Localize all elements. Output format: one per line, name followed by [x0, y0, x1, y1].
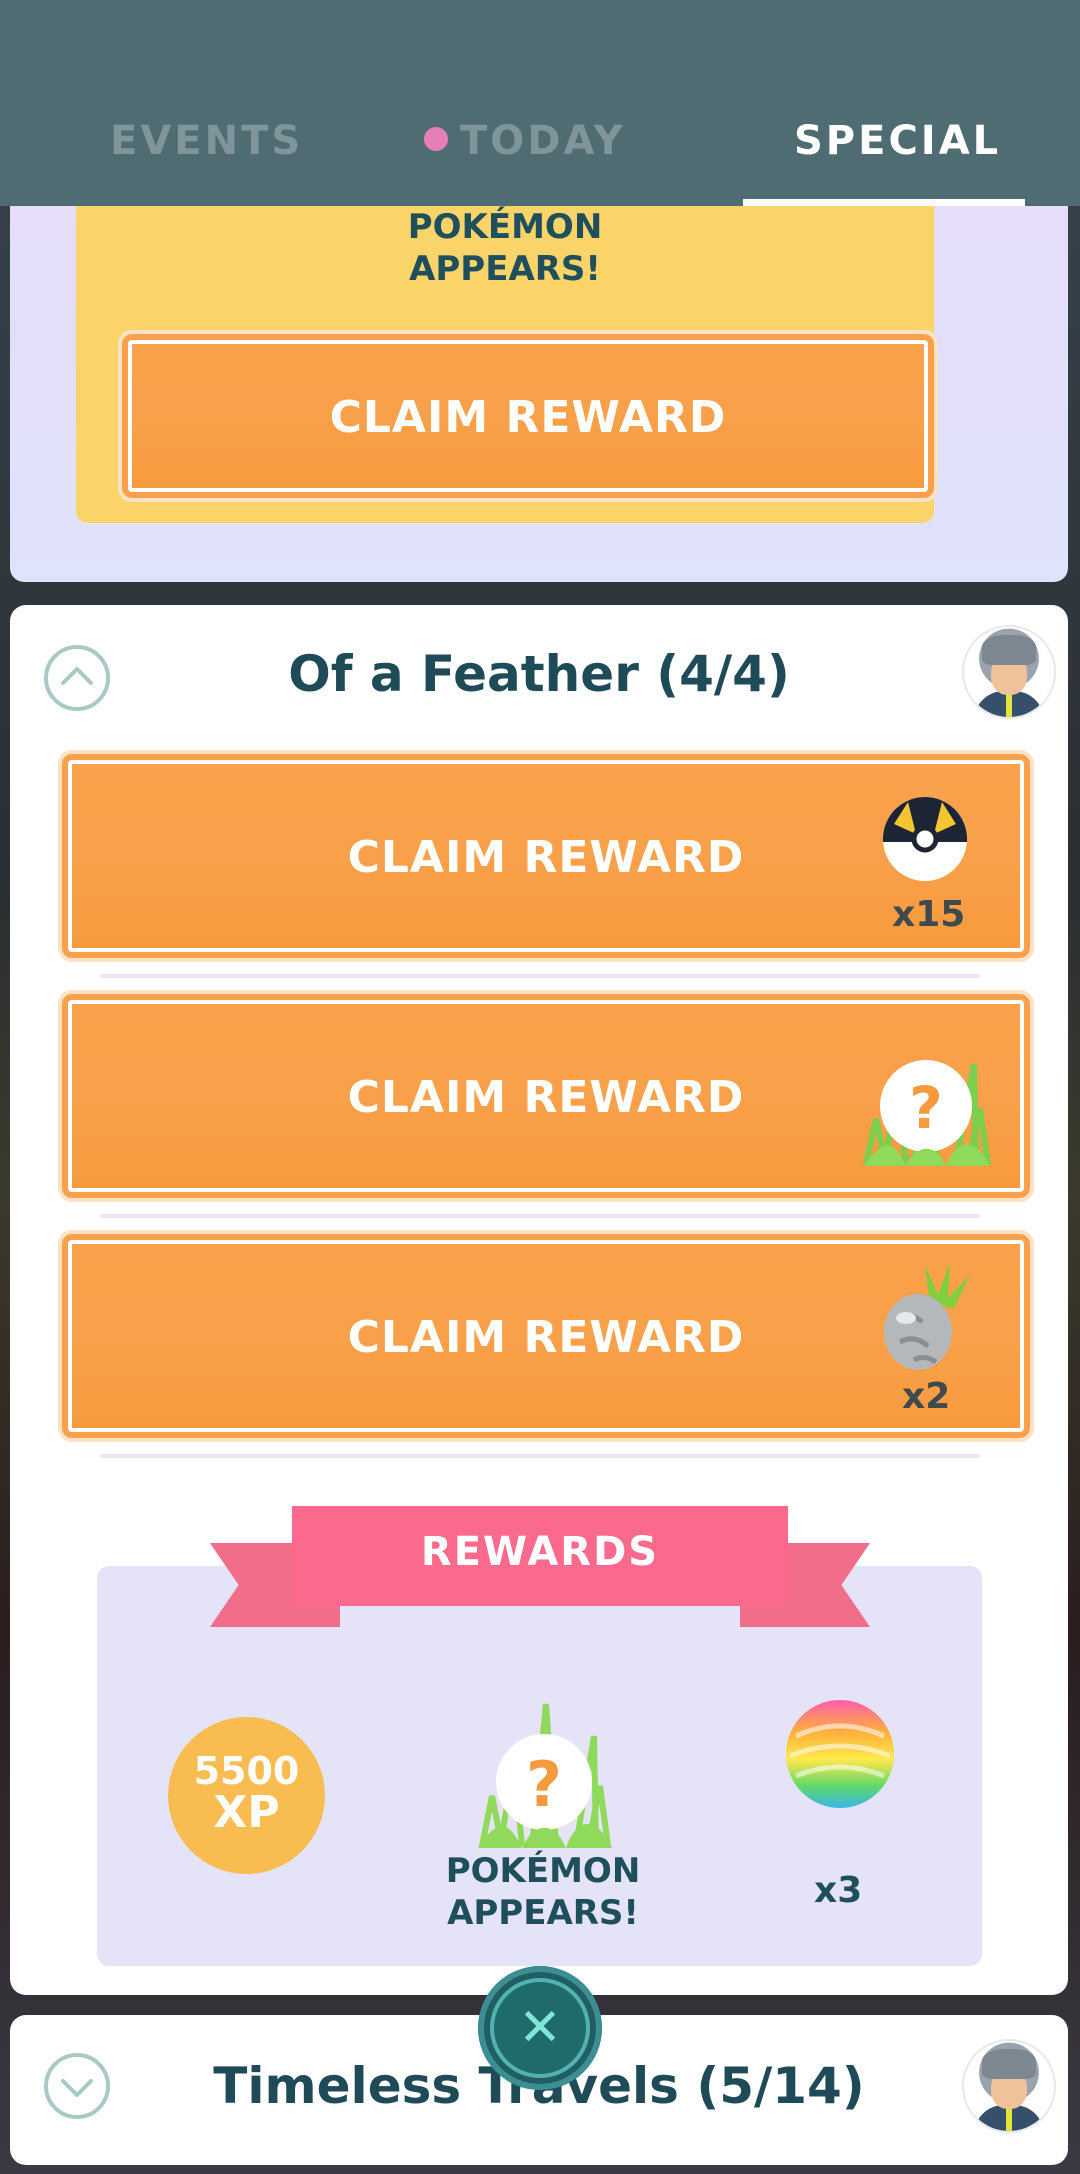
pokemon-encounter-icon: ?: [478, 1703, 612, 1848]
xp-reward: 5500 XP: [168, 1717, 325, 1874]
tab-special[interactable]: SPECIAL: [794, 118, 1001, 164]
tab-bar: EVENTS TODAY SPECIAL: [0, 0, 1080, 206]
reward-quantity: x15: [892, 894, 966, 935]
encounter-label-line2: APPEARS!: [447, 1893, 639, 1933]
svg-text:?: ?: [909, 1074, 943, 1142]
tab-today-label: TODAY: [460, 118, 626, 164]
encounter-label: POKÉMON APPEARS!: [76, 206, 934, 290]
silver-pinap-berry-icon: [884, 1262, 970, 1370]
encounter-label-line1: POKÉMON: [445, 1851, 641, 1891]
encounter-label: POKÉMON APPEARS!: [420, 1850, 666, 1934]
pokemon-encounter-icon: ?: [863, 1060, 991, 1166]
divider: [100, 1214, 980, 1218]
close-icon: ✕: [490, 1978, 590, 2078]
tab-today[interactable]: TODAY: [424, 118, 626, 164]
reward-quantity: x2: [902, 1376, 951, 1417]
svg-text:?: ?: [526, 1748, 562, 1821]
claim-reward-button[interactable]: CLAIM REWARD x2: [58, 1230, 1034, 1442]
xp-value: 5500: [193, 1749, 300, 1793]
professor-avatar: [962, 625, 1056, 719]
encounter-label-line1: POKÉMON: [407, 207, 603, 247]
reward-quantity: x3: [814, 1870, 863, 1911]
rare-candy-icon: [786, 1700, 894, 1808]
encounter-label-line2: APPEARS!: [409, 249, 601, 289]
claim-reward-button[interactable]: CLAIM REWARD ?: [58, 990, 1034, 1202]
ultra-ball-icon: [883, 797, 967, 881]
divider: [100, 974, 980, 978]
divider: [100, 1454, 980, 1458]
notification-dot-icon: [424, 127, 448, 151]
xp-unit: XP: [213, 1787, 280, 1838]
claim-reward-label: CLAIM REWARD: [329, 392, 727, 443]
professor-avatar: [962, 2039, 1056, 2133]
rewards-header: REWARDS: [292, 1506, 788, 1606]
active-tab-indicator: [743, 199, 1025, 206]
tab-events[interactable]: EVENTS: [110, 118, 303, 164]
claim-reward-button[interactable]: CLAIM REWARD x15: [58, 750, 1034, 962]
claim-reward-button[interactable]: CLAIM REWARD: [118, 330, 938, 502]
research-title: Of a Feather (4/4): [288, 645, 790, 703]
research-card-previous: POKÉMON APPEARS! CLAIM REWARD: [10, 150, 1068, 582]
close-button[interactable]: ✕: [478, 1966, 602, 2090]
